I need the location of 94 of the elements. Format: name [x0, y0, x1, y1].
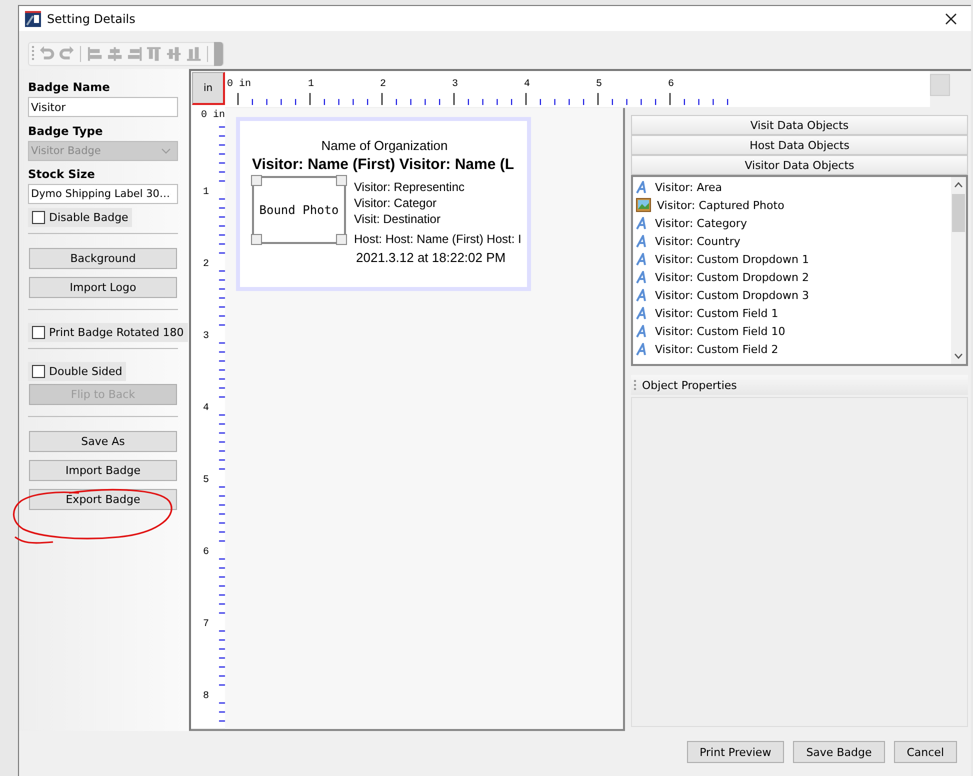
object-list-item[interactable]: Visitor: Custom Dropdown 1 [633, 250, 951, 268]
resize-handle[interactable] [251, 234, 262, 245]
resize-handle[interactable] [336, 175, 347, 186]
object-list-item[interactable]: Visitor: Area [633, 178, 951, 196]
object-list-item[interactable]: Visitor: Custom Dropdown 3 [633, 286, 951, 304]
toolbar-handle[interactable] [214, 42, 223, 66]
ruler-label: 4 [203, 403, 210, 414]
ruler-label: 2 [203, 259, 210, 270]
text-object-icon [636, 306, 649, 320]
text-object-icon [636, 252, 649, 266]
panel-button[interactable]: Import Badge [29, 460, 177, 481]
checkbox-label: Double Sided [49, 365, 122, 378]
scroll-down-icon[interactable] [954, 353, 963, 359]
scrollbar-thumb[interactable] [952, 194, 965, 232]
app-logo-icon [25, 10, 41, 26]
host-text: Host: Host: Name (First) Host: I [354, 232, 522, 246]
scroll-up-icon[interactable] [954, 182, 963, 188]
object-list-item[interactable]: Visitor: Custom Field 10 [633, 322, 951, 340]
ruler-label: 5 [203, 475, 210, 486]
visitor-name-text: Visitor: Name (First) Visitor: Name (L [252, 156, 516, 173]
scroll-button[interactable] [930, 74, 950, 96]
section-header[interactable]: Host Data Objects [631, 135, 968, 155]
resize-handle[interactable] [251, 175, 262, 186]
dialog-button[interactable]: Save Badge [793, 741, 885, 763]
resize-handle[interactable] [336, 234, 347, 245]
dialog-button[interactable]: Print Preview [686, 741, 784, 763]
text-object-icon [636, 234, 649, 248]
text-object-icon [636, 270, 649, 284]
ruler-label: 6 [203, 547, 210, 558]
object-list-item[interactable]: Visitor: Captured Photo [633, 196, 951, 214]
ruler-label: 5 [596, 79, 602, 90]
align-top-icon[interactable] [146, 46, 162, 62]
panel-button[interactable]: Export Badge [29, 489, 177, 510]
field-label: Badge Name [28, 80, 111, 94]
object-properties-header[interactable]: Object Properties [631, 375, 968, 395]
text-object-icon [636, 288, 649, 302]
ruler-label: 0 in [201, 110, 225, 121]
text-object-icon [636, 342, 649, 356]
badge-field-text: Visit: Destinatior [354, 211, 442, 227]
ruler-label: 8 [203, 691, 210, 702]
section-header[interactable]: Visit Data Objects [631, 115, 968, 135]
date-text: 2021.3.12 at 18:22:02 PM [356, 250, 507, 265]
object-list-item[interactable]: Visitor: Category [633, 214, 951, 232]
align-right-icon[interactable] [126, 46, 142, 62]
object-list-item[interactable]: Visitor: Custom Dropdown 2 [633, 268, 951, 286]
ruler-label: 3 [452, 79, 458, 90]
ruler-label: 0 in [227, 79, 252, 90]
badge-field-text: Visitor: Categor [354, 195, 438, 211]
dialog-button[interactable]: Cancel [894, 741, 957, 763]
badge-field-text: Visitor: Representinc [354, 179, 466, 195]
ruler-label: 7 [203, 619, 210, 630]
picture-icon [636, 198, 651, 212]
checkbox-box[interactable] [32, 211, 45, 224]
panel-button[interactable]: Import Logo [29, 277, 177, 298]
checkbox[interactable]: Disable Badge [28, 208, 132, 227]
undo-icon[interactable] [38, 46, 55, 62]
object-list-item[interactable]: Visitor: Custom Field 2 [633, 340, 951, 358]
text-object-icon [636, 216, 649, 230]
photo-label: Bound Photo [259, 203, 339, 217]
window-title: Setting Details [47, 12, 136, 26]
object-list-item[interactable]: Visitor: Custom Field 1 [633, 304, 951, 322]
text-object-icon [636, 180, 649, 194]
checkbox[interactable]: Print Badge Rotated 180 [28, 323, 188, 342]
checkbox-box[interactable] [32, 365, 45, 378]
ruler-label: 1 [203, 187, 210, 198]
align-left-icon[interactable] [87, 46, 103, 62]
close-icon[interactable] [945, 12, 957, 24]
checkbox-label: Disable Badge [49, 211, 128, 224]
align-middle-icon[interactable] [166, 46, 182, 62]
panel-button[interactable]: Background [29, 248, 177, 269]
scrollbar[interactable] [951, 177, 966, 364]
checkbox-box[interactable] [32, 326, 45, 339]
ruler-label: 2 [380, 79, 386, 90]
ruler-label: 6 [668, 79, 674, 90]
stock-size-dropdown[interactable]: Dymo Shipping Label 30… [28, 184, 178, 204]
checkbox[interactable]: Double Sided [28, 362, 126, 381]
object-list-item[interactable]: Visitor: Country [633, 232, 951, 250]
section-header[interactable]: Visitor Data Objects [631, 155, 968, 175]
grip-icon [32, 45, 35, 63]
align-bottom-icon[interactable] [186, 46, 202, 62]
ruler-label: 1 [308, 79, 314, 90]
panel-button[interactable]: Save As [29, 431, 177, 452]
ruler-label: 3 [203, 331, 210, 342]
field-label: Badge Type [28, 124, 104, 138]
checkbox-label: Print Badge Rotated 180 [49, 326, 184, 339]
text-object-icon [636, 324, 649, 338]
field-label: Stock Size [28, 167, 96, 181]
redo-icon[interactable] [58, 46, 74, 62]
ruler-label: 4 [524, 79, 530, 90]
chevron-down-icon [161, 148, 171, 154]
badge-name-field[interactable]: Visitor [28, 97, 178, 117]
organization-text: Name of Organization [320, 138, 449, 153]
unit-button[interactable]: in [192, 72, 225, 105]
align-center-icon[interactable] [106, 46, 123, 62]
